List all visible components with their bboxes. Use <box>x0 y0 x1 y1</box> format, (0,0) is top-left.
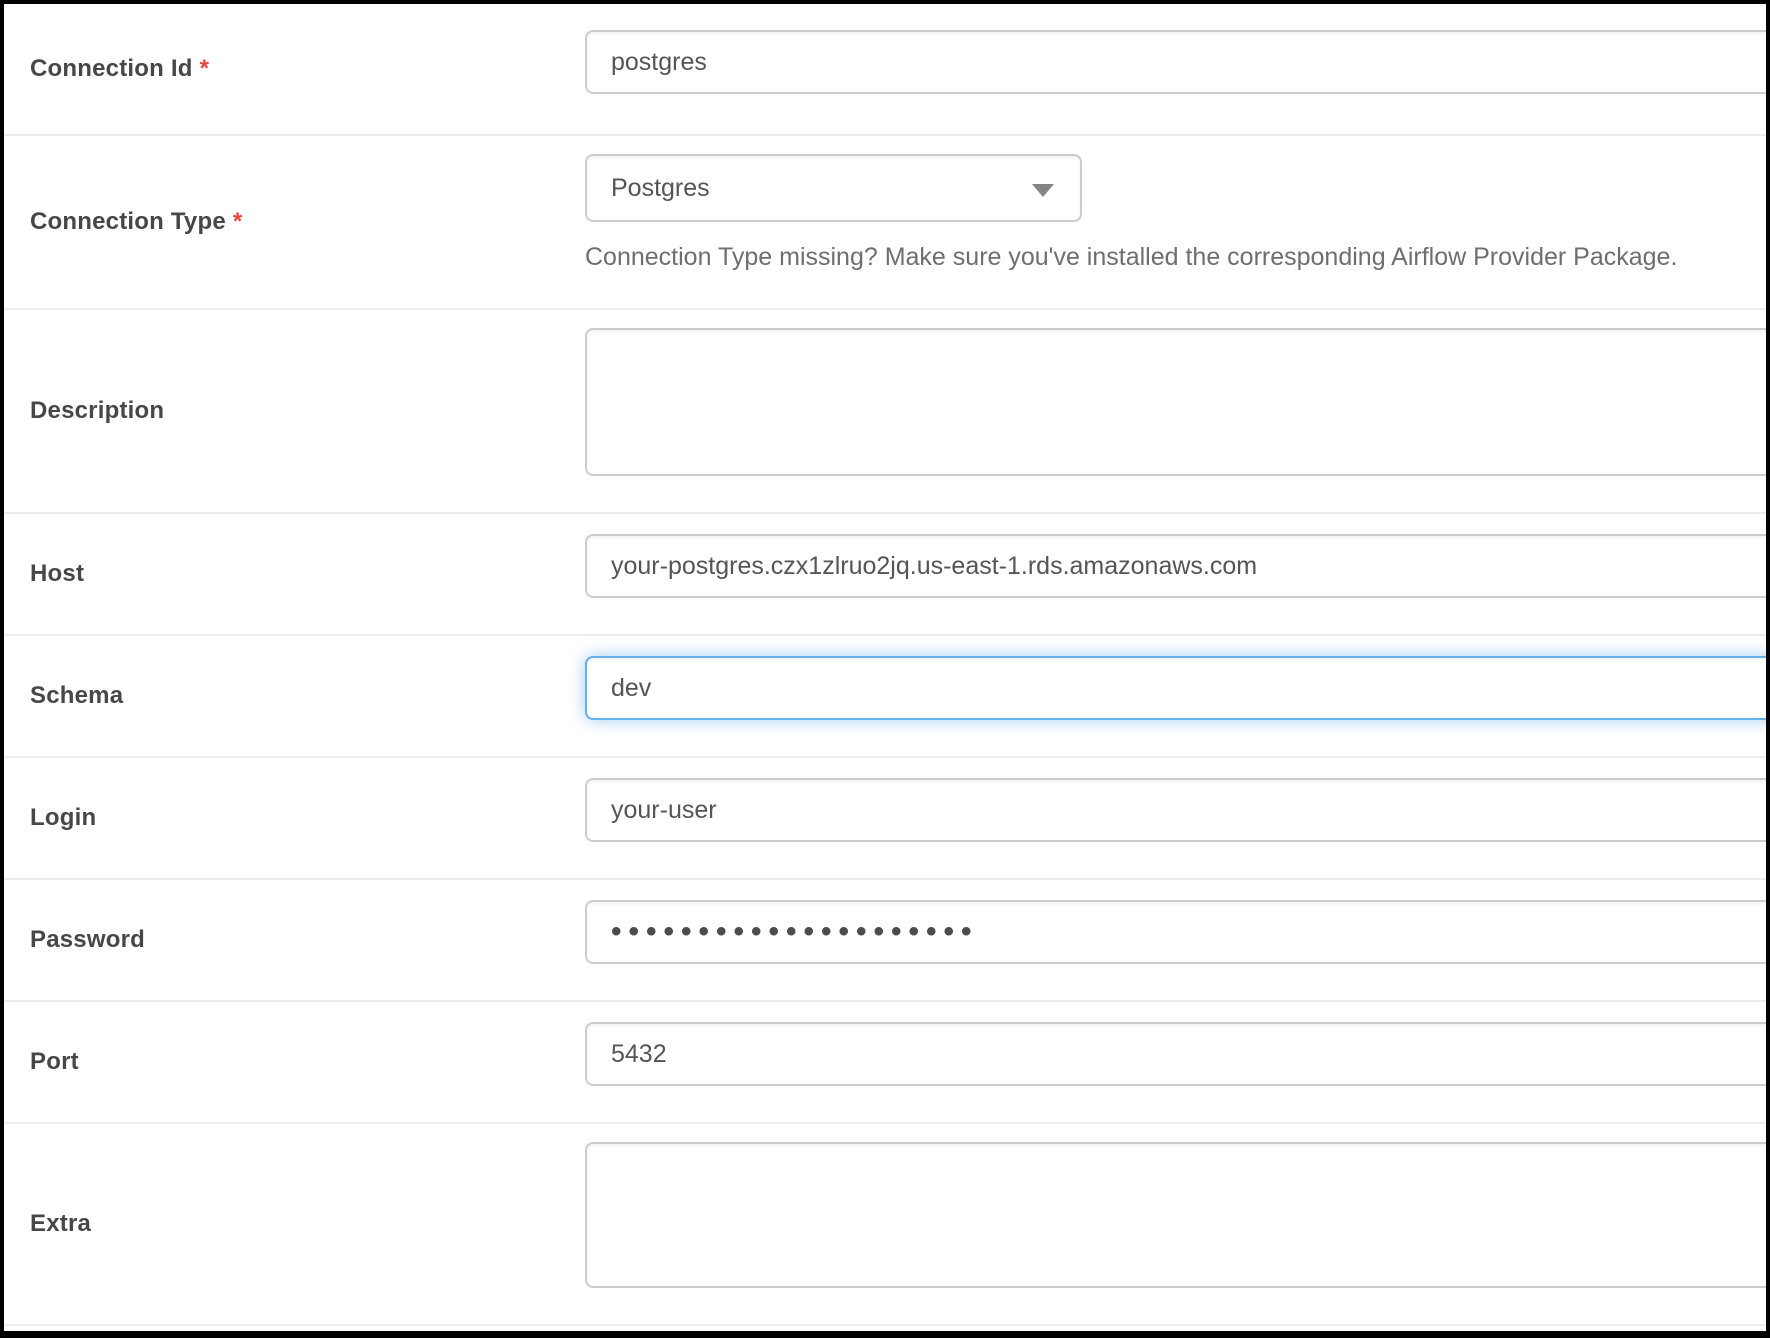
required-asterisk: * <box>233 208 243 235</box>
extra-label: Extra <box>30 1210 91 1238</box>
connection-type-helper-text: Connection Type missing? Make sure you'v… <box>585 242 1766 272</box>
connection-type-label: Connection Type * <box>30 208 242 236</box>
connection-id-label: Connection Id * <box>30 55 209 83</box>
connection-id-input[interactable] <box>585 30 1770 94</box>
host-label: Host <box>30 560 84 588</box>
description-label: Description <box>30 397 164 425</box>
required-asterisk: * <box>200 55 210 82</box>
connection-edit-form: Connection Id * Connection Type * Postgres… <box>0 0 1770 1338</box>
form-row-description: Description <box>4 310 1766 514</box>
form-row-connection-id: Connection Id * <box>4 4 1766 136</box>
dropdown-caret-icon <box>1032 184 1054 197</box>
login-input[interactable] <box>585 778 1770 842</box>
password-label: Password <box>30 926 145 954</box>
schema-field-cell <box>585 636 1766 756</box>
form-row-extra: Extra <box>4 1124 1766 1326</box>
schema-input[interactable] <box>585 656 1770 720</box>
password-label-cell: Password <box>4 880 585 1000</box>
schema-label-cell: Schema <box>4 636 585 756</box>
connection-type-selected-value: Postgres <box>611 174 710 202</box>
description-label-cell: Description <box>4 310 585 512</box>
form-row-password: Password <box>4 880 1766 1002</box>
connection-id-field-cell <box>585 4 1766 134</box>
password-field-cell <box>585 880 1766 1000</box>
form-row-host: Host <box>4 514 1766 636</box>
login-label-cell: Login <box>4 758 585 878</box>
connection-id-label-text: Connection Id <box>30 55 193 82</box>
extra-textarea[interactable] <box>585 1142 1770 1288</box>
port-label: Port <box>30 1048 79 1076</box>
connection-type-label-cell: Connection Type * <box>4 136 585 308</box>
host-input[interactable] <box>585 534 1770 598</box>
connection-type-label-text: Connection Type <box>30 208 226 235</box>
form-row-port: Port <box>4 1002 1766 1124</box>
connection-id-label-cell: Connection Id * <box>4 4 585 134</box>
extra-label-cell: Extra <box>4 1124 585 1324</box>
schema-label: Schema <box>30 682 123 710</box>
form-row-connection-type: Connection Type * Postgres Connection Typ… <box>4 136 1766 310</box>
extra-field-cell <box>585 1124 1766 1324</box>
port-field-cell <box>585 1002 1766 1122</box>
login-label: Login <box>30 804 96 832</box>
description-field-cell <box>585 310 1766 512</box>
connection-type-select[interactable]: Postgres <box>585 154 1082 222</box>
form-table: Connection Id * Connection Type * Postgres… <box>4 4 1766 1326</box>
login-field-cell <box>585 758 1766 878</box>
form-row-login: Login <box>4 758 1766 880</box>
port-input[interactable] <box>585 1022 1770 1086</box>
password-input[interactable] <box>585 900 1770 964</box>
host-field-cell <box>585 514 1766 634</box>
form-row-schema: Schema <box>4 636 1766 758</box>
port-label-cell: Port <box>4 1002 585 1122</box>
host-label-cell: Host <box>4 514 585 634</box>
connection-type-field-cell: Postgres Connection Type missing? Make s… <box>585 136 1766 308</box>
description-textarea[interactable] <box>585 328 1770 476</box>
